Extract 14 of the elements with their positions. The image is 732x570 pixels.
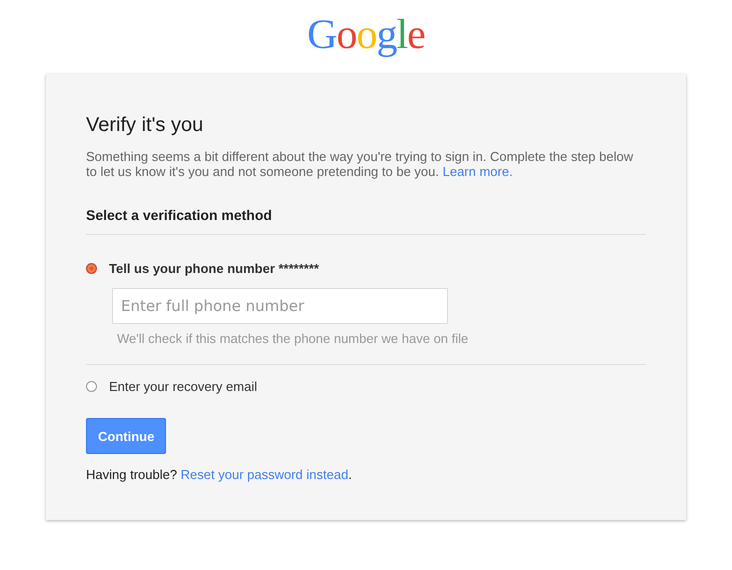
continue-button[interactable]: Continue <box>86 418 166 454</box>
radio-button[interactable] <box>86 381 97 392</box>
learn-more-link[interactable]: Learn more. <box>442 164 513 179</box>
reset-password-link[interactable]: Reset your password instead <box>180 467 348 482</box>
trouble-text: Having trouble? Reset your password instead. <box>86 467 353 482</box>
page-title: Verify it's you <box>86 114 204 137</box>
option-label[interactable]: Tell us your phone number ******** <box>109 261 319 276</box>
section-heading: Select a verification method <box>86 207 646 235</box>
logo: Google <box>307 11 425 60</box>
radio-button[interactable] <box>86 263 97 274</box>
option-label[interactable]: Enter your recovery email <box>109 379 258 394</box>
hint-text: We'll check if this matches the phone number we have on file <box>117 331 470 346</box>
intro-text: Something seems a bit different about the way you're trying to sign in. Complete the step below to let us know it's you and not someone pretending to be you. Learn more. <box>86 149 634 179</box>
phone-number-field[interactable]: Enter full phone number <box>112 288 448 324</box>
